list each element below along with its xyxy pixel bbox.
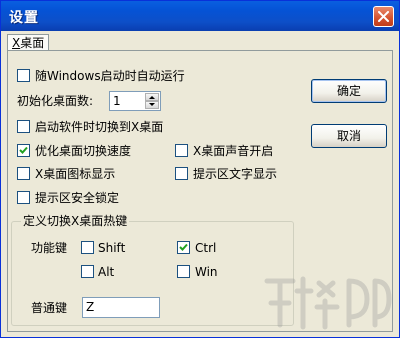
ctrl-label: Ctrl [195, 241, 217, 255]
tray-lock-label: 提示区安全锁定 [35, 191, 120, 205]
arrow-down-icon [149, 103, 155, 106]
arrow-up-icon [149, 96, 155, 99]
tab-xdesktop[interactable]: X桌面 [7, 34, 50, 51]
optimize-speed-label: 优化桌面切换速度 [35, 144, 132, 158]
shift-checkbox[interactable] [81, 241, 94, 254]
normal-key-label: 普通键 [31, 301, 68, 315]
sound-on-label: X桌面声音开启 [193, 144, 274, 158]
optimize-speed-checkbox[interactable] [17, 144, 30, 157]
modifier-label: 功能键 [31, 241, 68, 255]
spin-up-button[interactable] [145, 93, 159, 101]
window-title: 设置 [9, 10, 39, 26]
alt-label: Alt [98, 265, 115, 279]
hotkey-group-title: 定义切换X桌面热键 [21, 214, 130, 228]
icon-display-checkbox[interactable] [17, 167, 30, 180]
alt-checkbox[interactable] [81, 265, 94, 278]
close-button[interactable] [373, 6, 394, 27]
shift-label: Shift [98, 241, 126, 255]
init-desktop-count-spinner[interactable]: 1 [109, 91, 161, 111]
tray-text-label: 提示区文字显示 [193, 167, 278, 181]
icon-display-label: X桌面图标显示 [35, 167, 116, 181]
tab-label-prefix: X [12, 36, 21, 50]
checkmark-icon [179, 243, 188, 251]
ctrl-checkbox[interactable] [177, 241, 190, 254]
cancel-button[interactable]: 取消 [311, 124, 387, 148]
title-bar[interactable]: 设置 [1, 1, 399, 31]
tray-text-checkbox[interactable] [175, 167, 188, 180]
close-icon [378, 11, 389, 22]
sound-on-checkbox[interactable] [175, 144, 188, 157]
spin-down-button[interactable] [145, 101, 159, 109]
switch-on-launch-checkbox[interactable] [17, 120, 30, 133]
run-on-startup-label: 随Windows启动时自动运行 [35, 69, 185, 83]
init-desktop-count-value: 1 [113, 94, 121, 108]
ok-button[interactable]: 确定 [311, 79, 387, 103]
tab-label: 桌面 [20, 36, 45, 50]
normal-key-input[interactable]: Z [82, 297, 160, 318]
settings-dialog: 设置 X桌面 随Windows启动时自动运行 初始化桌面数: 1 启动软件时切换… [0, 0, 400, 338]
init-desktop-count-label: 初始化桌面数: [17, 94, 94, 108]
checkmark-icon [19, 146, 28, 154]
win-checkbox[interactable] [177, 265, 190, 278]
switch-on-launch-label: 启动软件时切换到X桌面 [35, 120, 164, 134]
run-on-startup-checkbox[interactable] [17, 69, 30, 82]
win-label: Win [195, 265, 218, 279]
tray-lock-checkbox[interactable] [17, 191, 30, 204]
watermark-logo [264, 276, 392, 330]
